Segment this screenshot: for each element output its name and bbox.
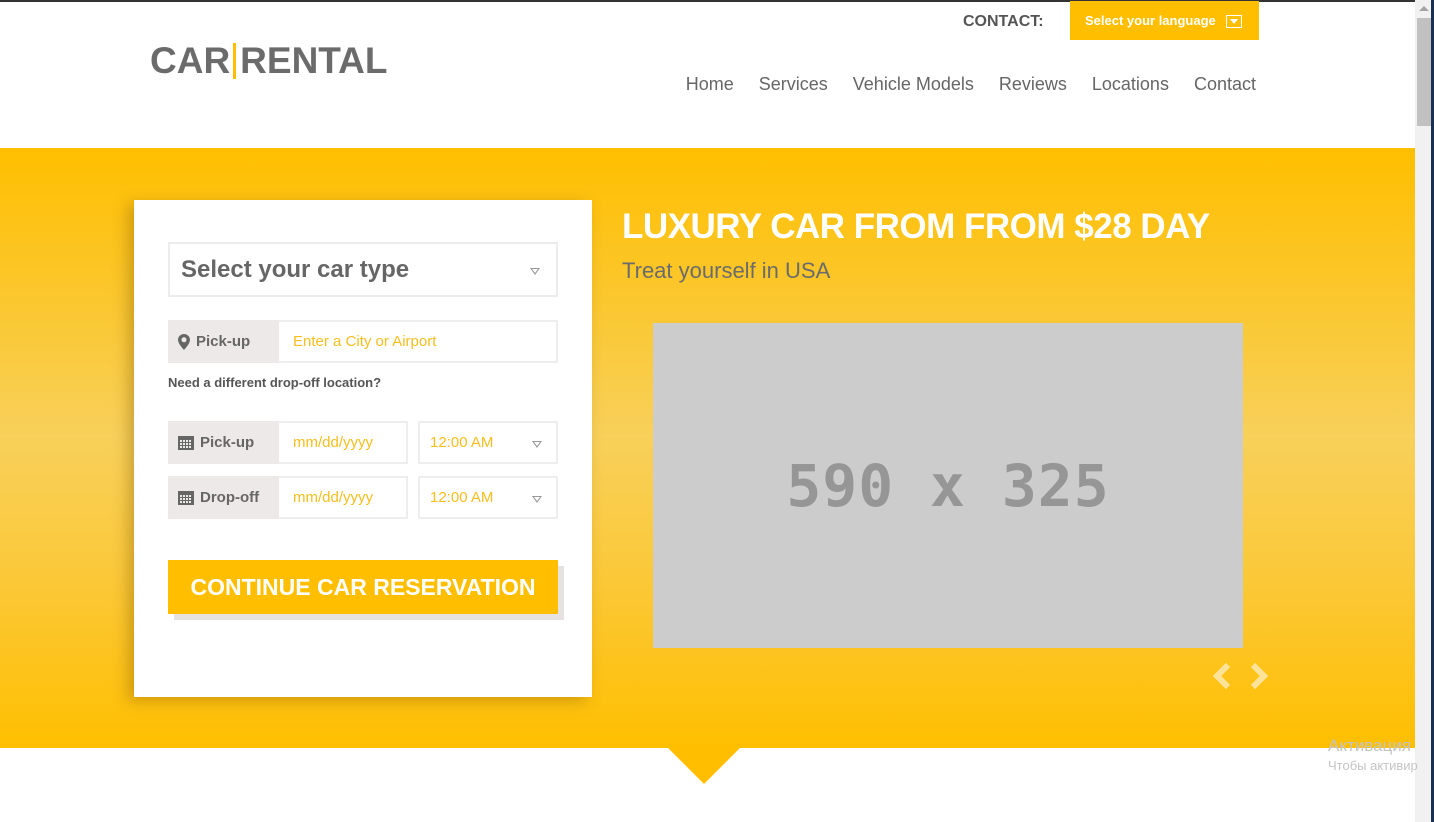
hero-pointer-arrow	[667, 747, 741, 784]
dropoff-date-input[interactable]: mm/dd/yyyy	[279, 476, 408, 519]
continue-reservation-button[interactable]: CONTINUE CAR RESERVATION	[168, 560, 558, 614]
dropoff-time-select[interactable]: 12:00 AM	[418, 476, 558, 519]
hero-title: LUXURY CAR FROM FROM $28 DAY	[622, 207, 1210, 246]
nav-vehicle-models[interactable]: Vehicle Models	[853, 74, 974, 95]
pickup-location-row: Pick-up Enter a City or Airport	[168, 320, 558, 363]
hero-subtitle: Treat yourself in USA	[622, 258, 831, 283]
chevron-right-icon	[1250, 662, 1269, 690]
dropoff-date-placeholder: mm/dd/yyyy	[293, 489, 374, 506]
dropoff-date-label-text: Drop-off	[200, 489, 260, 506]
logo-text-rental: RENTAL	[240, 40, 388, 81]
site-logo[interactable]: CAR RENTAL	[150, 40, 387, 82]
watermark-line-2: Чтобы активир	[1328, 758, 1418, 773]
nav-locations[interactable]: Locations	[1092, 74, 1169, 95]
car-type-select[interactable]: Select your car type	[168, 242, 558, 297]
pickup-location-label-text: Pick-up	[196, 333, 251, 350]
different-dropoff-link[interactable]: Need a different drop-off location?	[168, 375, 381, 390]
nav-services[interactable]: Services	[759, 74, 828, 95]
pickup-date-placeholder: mm/dd/yyyy	[293, 434, 374, 451]
hero-image-placeholder: 590 x 325	[653, 323, 1243, 648]
contact-label: CONTACT:	[963, 13, 1044, 30]
nav-home[interactable]: Home	[686, 74, 734, 95]
pickup-location-placeholder: Enter a City or Airport	[293, 333, 437, 350]
dropoff-time-value: 12:00 AM	[430, 489, 494, 506]
chevron-down-icon	[532, 496, 542, 503]
dropoff-date-label: Drop-off	[168, 476, 279, 519]
calendar-icon	[178, 436, 194, 450]
map-marker-icon	[178, 333, 190, 350]
chevron-down-icon	[530, 268, 540, 275]
dropoff-date-row: Drop-off mm/dd/yyyy	[168, 476, 408, 519]
logo-separator	[233, 43, 237, 79]
logo-text-car: CAR	[150, 40, 231, 81]
dropdown-caret-icon	[1226, 15, 1242, 28]
pickup-date-label: Pick-up	[168, 421, 279, 464]
pickup-time-select[interactable]: 12:00 AM	[418, 421, 558, 464]
language-select-button[interactable]: Select your language	[1070, 1, 1259, 40]
pickup-date-label-text: Pick-up	[200, 434, 255, 451]
os-activation-watermark: Активация Чтобы активир	[1328, 736, 1434, 773]
main-nav: Home Services Vehicle Models Reviews Loc…	[661, 74, 1256, 95]
slider-prev-button[interactable]	[1211, 662, 1233, 690]
scroll-up-arrow-icon[interactable]	[1419, 6, 1429, 11]
car-type-select-value: Select your car type	[181, 255, 410, 283]
pickup-location-label: Pick-up	[168, 320, 279, 363]
scrollbar-thumb[interactable]	[1417, 18, 1431, 126]
chevron-left-icon	[1212, 662, 1231, 690]
watermark-line-1: Активация	[1328, 736, 1411, 755]
pickup-location-input[interactable]: Enter a City or Airport	[279, 320, 558, 363]
pickup-date-row: Pick-up mm/dd/yyyy	[168, 421, 408, 464]
nav-reviews[interactable]: Reviews	[999, 74, 1067, 95]
slider-next-button[interactable]	[1248, 662, 1270, 690]
chevron-down-icon	[532, 441, 542, 448]
language-select-label: Select your language	[1085, 13, 1216, 28]
image-placeholder-text: 590 x 325	[786, 451, 1110, 520]
calendar-icon	[178, 491, 194, 505]
pickup-time-value: 12:00 AM	[430, 434, 494, 451]
pickup-date-input[interactable]: mm/dd/yyyy	[279, 421, 408, 464]
nav-contact[interactable]: Contact	[1194, 74, 1256, 95]
